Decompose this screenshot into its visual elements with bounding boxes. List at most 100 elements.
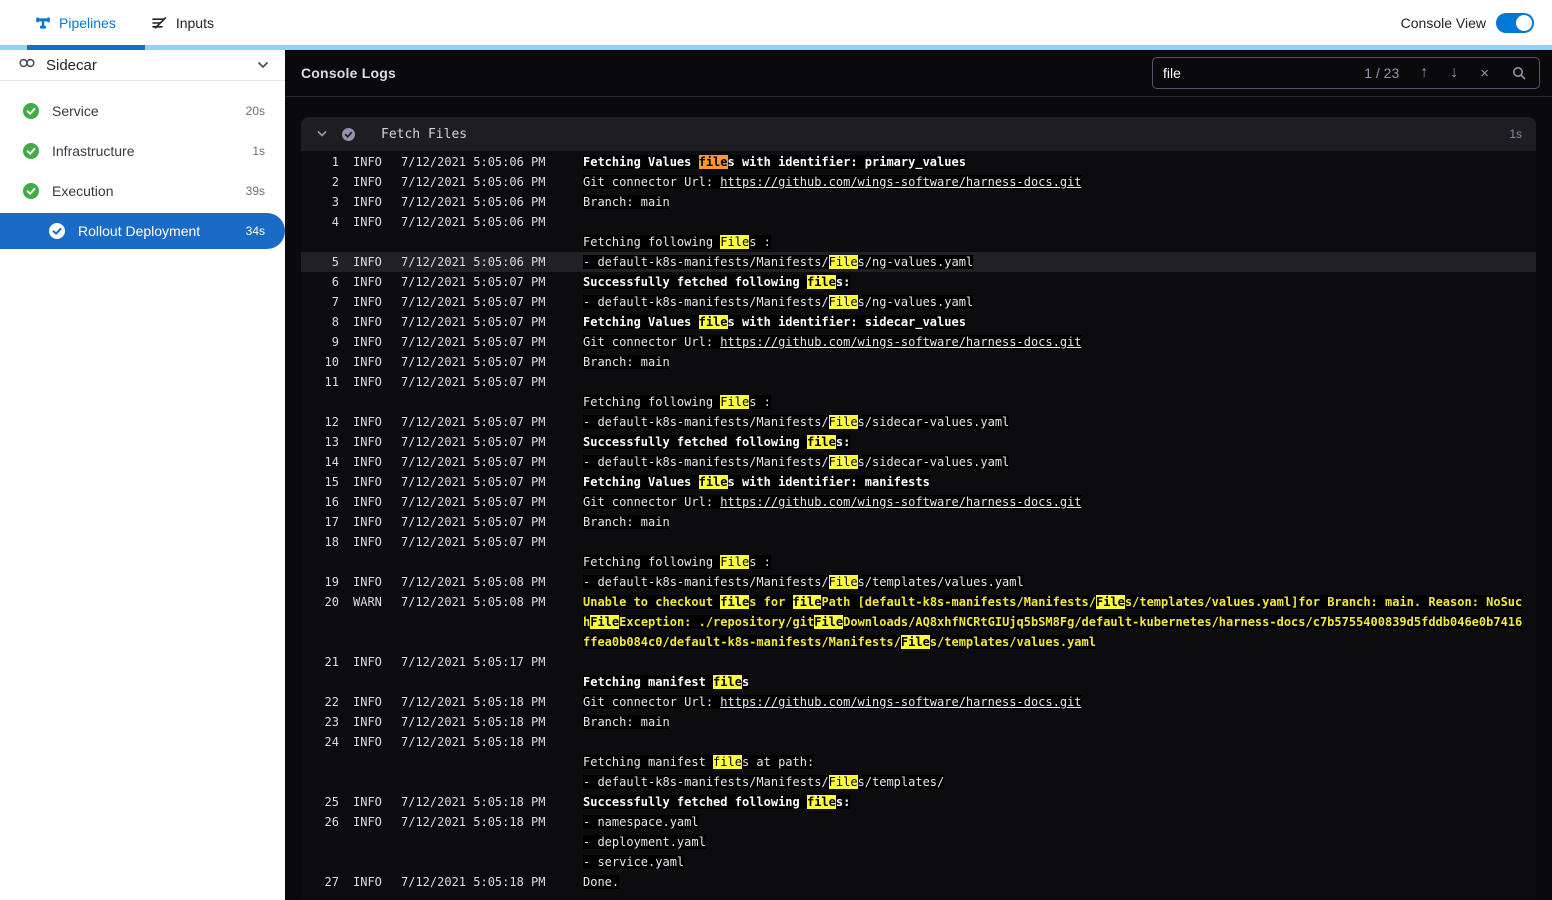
search-match: File — [590, 615, 620, 629]
log-level: INFO — [353, 255, 382, 269]
line-number: 1 — [331, 155, 339, 169]
log-text: Successfully fetched following — [583, 435, 807, 449]
search-match: file — [698, 475, 728, 489]
search-match: file — [806, 275, 836, 289]
tab-pipelines[interactable]: Pipelines — [35, 15, 116, 31]
log-timestamp: 7/12/2021 5:05:07 PM — [401, 315, 546, 329]
search-close-button[interactable]: × — [1469, 66, 1500, 81]
search-match: File — [720, 555, 750, 569]
log-line: 3 INFO 7/12/2021 5:05:06 PM Branch: main — [301, 192, 1536, 212]
sidebar-step-rollout-deployment[interactable]: Rollout Deployment 34s — [0, 213, 285, 249]
log-message: Branch: main — [583, 512, 1536, 532]
log-message: - default-k8s-manifests/Manifests/Files/… — [583, 772, 1536, 792]
log-text: s : — [749, 555, 771, 569]
collapse-chevron-icon[interactable] — [315, 127, 329, 141]
search-match: file — [806, 795, 836, 809]
log-line: - service.yaml — [301, 852, 1536, 872]
log-text: s/ng-values.yaml — [857, 255, 974, 269]
log-section-header[interactable]: Fetch Files 1s — [301, 117, 1536, 151]
log-text: Git connector Url: — [583, 495, 721, 509]
log-text: Fetching Values — [583, 315, 699, 329]
log-line: 7 INFO 7/12/2021 5:05:07 PM - default-k8s-m… — [301, 292, 1536, 312]
log-level: INFO — [353, 815, 382, 829]
log-timestamp: 7/12/2021 5:05:18 PM — [401, 695, 546, 709]
log-timestamp: 7/12/2021 5:05:07 PM — [401, 295, 546, 309]
log-text: Successfully fetched following — [583, 795, 807, 809]
log-timestamp: 7/12/2021 5:05:08 PM — [401, 595, 546, 609]
log-level: INFO — [353, 155, 382, 169]
log-text: - default-k8s-manifests/Manifests/ — [583, 415, 829, 429]
chevron-down-icon[interactable] — [255, 57, 271, 73]
log-text: Exception: ./repository/git — [619, 615, 815, 629]
log-text: s/ng-values.yaml — [857, 295, 974, 309]
step-label: Service — [52, 103, 99, 119]
log-timestamp: 7/12/2021 5:05:18 PM — [401, 815, 546, 829]
step-list: Service 20s Infrastructure 1s Execution 39s Ro… — [0, 81, 285, 249]
log-timestamp: 7/12/2021 5:05:07 PM — [401, 435, 546, 449]
search-match: File — [828, 415, 858, 429]
stage-header-sidecar[interactable]: Sidecar — [0, 50, 285, 81]
log-timestamp — [401, 852, 559, 872]
search-icon[interactable] — [1500, 65, 1529, 81]
line-number — [315, 772, 339, 792]
step-label: Infrastructure — [52, 143, 135, 159]
log-level — [353, 772, 397, 792]
log-line: 18 INFO 7/12/2021 5:05:07 PM — [301, 532, 1536, 552]
log-text: s: — [835, 275, 851, 289]
line-number: 24 — [324, 735, 339, 749]
log-timestamp: 7/12/2021 5:05:07 PM — [401, 415, 546, 429]
log-timestamp — [401, 392, 559, 412]
console-view-toggle[interactable] — [1496, 12, 1534, 33]
line-number: 12 — [324, 415, 339, 429]
log-timestamp: 7/12/2021 5:05:08 PM — [401, 575, 546, 589]
log-level: INFO — [353, 315, 382, 329]
step-success-icon — [22, 142, 40, 160]
log-message — [583, 652, 1536, 672]
log-text: Branch: main — [583, 515, 670, 529]
search-match: file — [806, 435, 836, 449]
line-number: 9 — [331, 335, 339, 349]
log-line: 15 INFO 7/12/2021 5:05:07 PM Fetching Value… — [301, 472, 1536, 492]
log-line: Fetching manifest files at path: — [301, 752, 1536, 772]
log-message: - service.yaml — [583, 852, 1536, 872]
sidebar-step-execution[interactable]: Execution 39s — [0, 171, 285, 211]
log-message: - deployment.yaml — [583, 832, 1536, 852]
toggle-knob — [1516, 14, 1532, 31]
log-level — [353, 852, 397, 872]
log-line: 12 INFO 7/12/2021 5:05:07 PM - default-k8s-… — [301, 412, 1536, 432]
log-level — [353, 552, 397, 572]
log-text: Fetching manifest — [583, 755, 714, 769]
log-text: s: — [835, 435, 851, 449]
log-link[interactable]: https://github.com/wings-software/harnes… — [720, 175, 1082, 189]
log-link[interactable]: https://github.com/wings-software/harnes… — [720, 495, 1082, 509]
log-text: s with identifier: sidecar_values — [727, 315, 966, 329]
search-prev-button[interactable]: ↑ — [1409, 65, 1439, 81]
sidebar-step-infrastructure[interactable]: Infrastructure 1s — [0, 131, 285, 171]
search-next-button[interactable]: ↓ — [1439, 65, 1469, 81]
log-message: Fetching Values files with identifier: m… — [583, 472, 1536, 492]
log-link[interactable]: https://github.com/wings-software/harnes… — [720, 335, 1082, 349]
log-line: 27 INFO 7/12/2021 5:05:18 PM Done. — [301, 872, 1536, 892]
log-level — [353, 392, 397, 412]
sidebar-step-service[interactable]: Service 20s — [0, 91, 285, 131]
app-root: Pipelines Inputs Console View Sidecar Se… — [0, 0, 1552, 900]
log-text: Done. — [583, 875, 620, 889]
log-line: 24 INFO 7/12/2021 5:05:18 PM — [301, 732, 1536, 752]
line-number: 17 — [324, 515, 339, 529]
log-message: Successfully fetched following files: — [583, 792, 1536, 812]
log-timestamp — [401, 672, 559, 692]
log-line: 9 INFO 7/12/2021 5:05:07 PM Git connector U… — [301, 332, 1536, 352]
log-section-title: Fetch Files — [381, 126, 468, 142]
log-text: Fetching Values — [583, 155, 699, 169]
step-duration: 34s — [245, 224, 265, 238]
log-search-input[interactable] — [1163, 65, 1365, 81]
log-text: s/templates/values.yaml — [929, 635, 1096, 649]
search-match: File — [720, 395, 750, 409]
log-message: Successfully fetched following files: — [583, 272, 1536, 292]
log-link[interactable]: https://github.com/wings-software/harnes… — [720, 695, 1082, 709]
tab-inputs[interactable]: Inputs — [151, 15, 214, 31]
log-section-duration: 1s — [1509, 127, 1522, 141]
log-text: s with identifier: manifests — [727, 475, 930, 489]
log-text: s : — [749, 395, 771, 409]
log-line: 13 INFO 7/12/2021 5:05:07 PM Successfully f… — [301, 432, 1536, 452]
